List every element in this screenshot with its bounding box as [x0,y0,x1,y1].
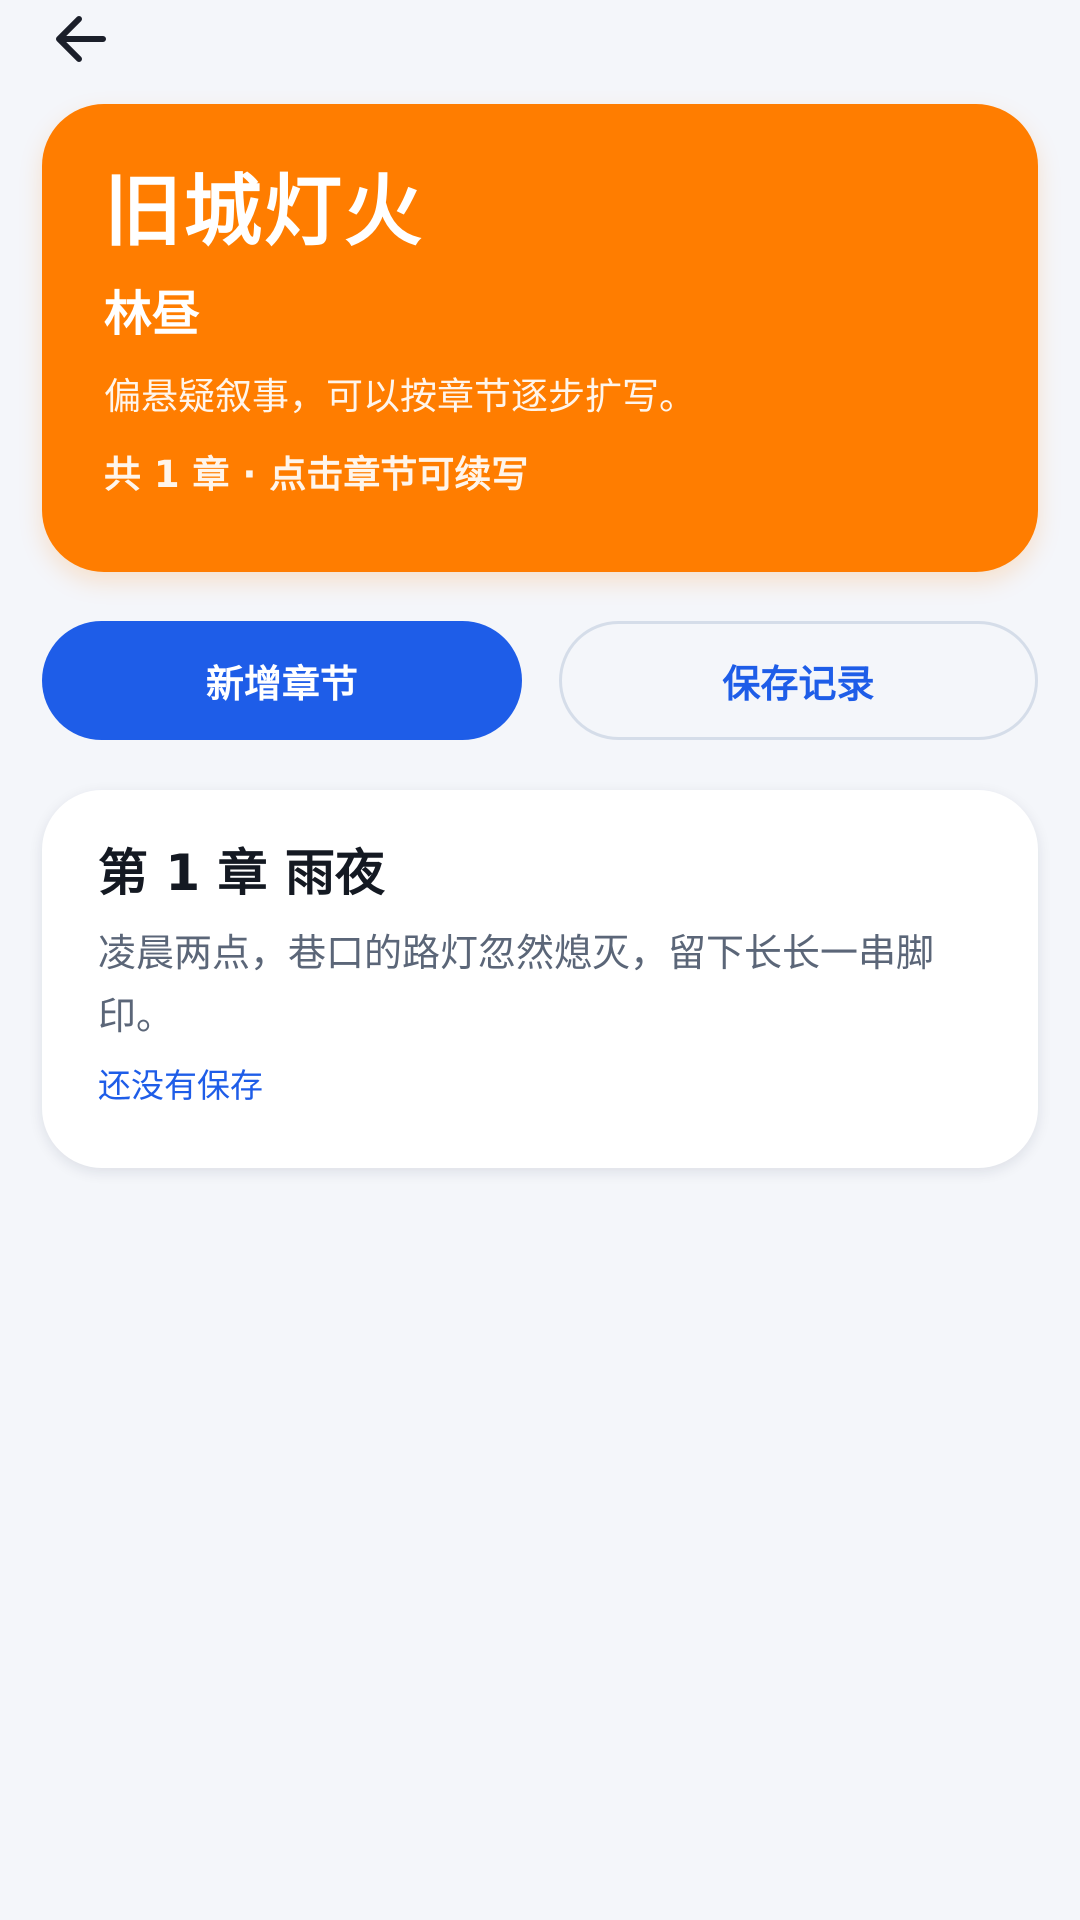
book-detail-screen: 旧城灯火 林昼 偏悬疑叙事，可以按章节逐步扩写。 共 1 章 · 点击章节可续写… [0,0,1080,1920]
back-button[interactable] [44,6,114,76]
book-author: 林昼 [104,286,201,342]
chapter-excerpt: 凌晨两点，巷口的路灯忽然熄灭，留下长长一串脚印。 [98,931,935,1038]
book-info-card: 旧城灯火 林昼 偏悬疑叙事，可以按章节逐步扩写。 共 1 章 · 点击章节可续写 [42,104,1038,572]
chapter-card[interactable]: 第 1 章 雨夜 凌晨两点，巷口的路灯忽然熄灭，留下长长一串脚印。 还没有保存 [42,790,1038,1168]
book-description: 偏悬疑叙事，可以按章节逐步扩写。 [104,375,696,418]
add-chapter-button[interactable]: 新增章节 [42,621,522,740]
chapter-save-status: 还没有保存 [98,1066,263,1105]
book-title: 旧城灯火 [104,167,425,257]
arrow-left-icon [51,13,107,69]
book-meta: 共 1 章 · 点击章节可续写 [104,453,529,496]
chapter-title: 第 1 章 雨夜 [98,844,386,902]
save-record-button[interactable]: 保存记录 [559,621,1038,740]
